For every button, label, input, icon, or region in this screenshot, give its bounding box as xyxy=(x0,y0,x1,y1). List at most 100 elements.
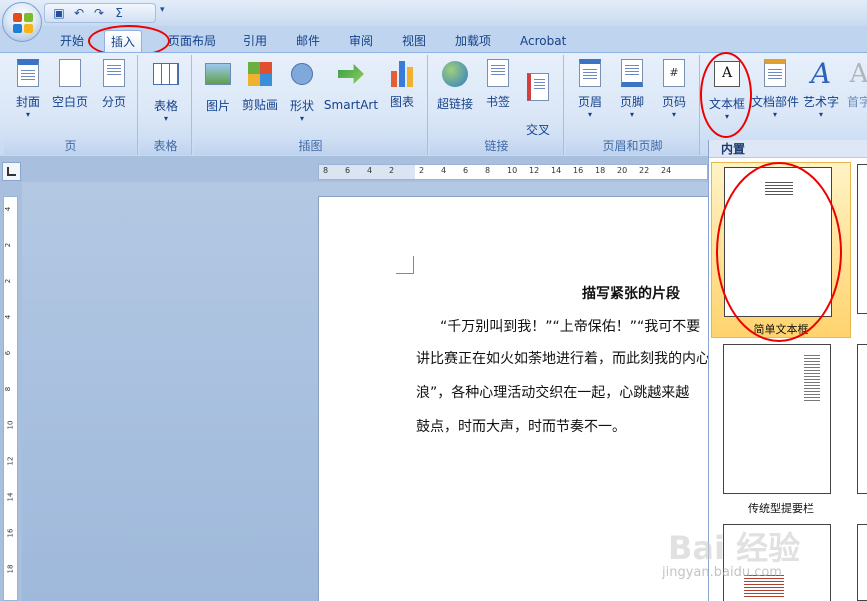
ruler-tab-selector[interactable] xyxy=(2,162,21,181)
page-number-button[interactable]: # 页码 ▾ xyxy=(656,59,692,120)
bookmark-button[interactable]: 书签 xyxy=(480,59,516,110)
margin-corner-mark xyxy=(396,256,414,274)
hyperlink-button[interactable]: 超链接 xyxy=(432,59,478,112)
gallery-item-sidebar[interactable]: 传统型提要栏 xyxy=(711,340,851,516)
ruler-tick-label: 18 xyxy=(6,564,15,574)
table-button[interactable]: 表格 ▾ xyxy=(148,59,184,124)
ruler-tick-label: 24 xyxy=(661,166,672,175)
header-button[interactable]: 页眉 ▾ xyxy=(572,59,608,120)
ruler-tick-label: 10 xyxy=(6,420,15,430)
office-logo-icon xyxy=(13,13,33,33)
ruler-tick-label: 2 xyxy=(4,278,13,284)
drop-cap-button[interactable]: A 首字 xyxy=(844,59,867,110)
chart-icon xyxy=(387,59,417,89)
sum-icon[interactable]: Σ xyxy=(111,5,127,21)
ruler-tick-label: 4 xyxy=(441,166,447,175)
ruler-tick-label: 16 xyxy=(6,528,15,538)
quick-parts-button[interactable]: 文档部件 ▾ xyxy=(750,59,800,120)
ruler-tick-label: 12 xyxy=(529,166,540,175)
page-number-icon: # xyxy=(659,59,689,89)
shapes-icon xyxy=(287,63,317,93)
tab-view[interactable]: 视图 xyxy=(396,30,432,52)
save-icon[interactable]: ▣ xyxy=(51,5,67,21)
cover-page-icon xyxy=(13,59,43,89)
smartart-button[interactable]: SmartArt xyxy=(322,59,380,112)
tab-page-layout[interactable]: 页面布局 xyxy=(162,30,222,52)
annotation-circle-simple-text-box xyxy=(716,162,842,342)
redo-icon[interactable]: ↷ xyxy=(91,5,107,21)
ruler-tick-label: 4 xyxy=(4,314,13,320)
quick-access-toolbar: ▣ ↶ ↷ Σ xyxy=(44,3,156,23)
office-button[interactable] xyxy=(2,2,42,42)
footer-icon xyxy=(617,59,647,89)
tab-acrobat[interactable]: Acrobat xyxy=(514,30,572,52)
group-label-tables: 表格 xyxy=(140,138,191,155)
ruler-tick-label: 8 xyxy=(485,166,491,175)
ruler-tick-label: 2 xyxy=(419,166,425,175)
group-label-header-footer: 页眉和页脚 xyxy=(566,138,699,155)
page-break-button[interactable]: 分页 xyxy=(96,59,132,110)
watermark-url: jingyan.baidu.com xyxy=(662,565,782,580)
ruler-tick-label: 10 xyxy=(507,166,518,175)
group-pages: 封面 ▾ 空白页 分页 页 xyxy=(4,55,138,155)
group-illustrations: 图片 剪贴画 形状 ▾ SmartArt 图表 插图 xyxy=(194,55,428,155)
ruler-tick-label: 12 xyxy=(6,456,15,466)
ruler-tick-label: 4 xyxy=(367,166,373,175)
quick-parts-icon xyxy=(760,59,790,89)
ruler-tick-label: 16 xyxy=(573,166,584,175)
picture-icon xyxy=(203,63,233,93)
blank-page-icon xyxy=(55,59,85,89)
qat-dropdown-icon[interactable]: ▾ xyxy=(160,5,165,15)
watermark: Bai 经验 xyxy=(668,529,801,567)
group-label-pages: 页 xyxy=(4,138,137,155)
clip-art-button[interactable]: 剪贴画 xyxy=(240,59,280,113)
undo-icon[interactable]: ↶ xyxy=(71,5,87,21)
gallery-next-thumbnail[interactable] xyxy=(857,524,867,601)
chart-button[interactable]: 图表 xyxy=(384,59,420,110)
group-label-links: 链接 xyxy=(430,138,563,155)
ruler-tick-label: 14 xyxy=(551,166,562,175)
blank-page-button[interactable]: 空白页 xyxy=(48,59,92,110)
ruler-tick-label: 6 xyxy=(4,350,13,356)
shapes-button[interactable]: 形状 ▾ xyxy=(284,59,320,124)
picture-button[interactable]: 图片 xyxy=(200,59,236,114)
ruler-tick-label: 20 xyxy=(617,166,628,175)
ruler-tick-label: 2 xyxy=(389,166,395,175)
smartart-icon xyxy=(336,64,366,94)
tab-home[interactable]: 开始 xyxy=(54,30,90,52)
ruler-tick-label: 2 xyxy=(4,242,13,248)
tab-addins[interactable]: 加载项 xyxy=(449,30,497,52)
tab-review[interactable]: 审阅 xyxy=(343,30,379,52)
group-tables: 表格 ▾ 表格 xyxy=(140,55,192,155)
ruler-tick-label: 6 xyxy=(345,166,351,175)
ruler-tick-label: 22 xyxy=(639,166,650,175)
footer-button[interactable]: 页脚 ▾ xyxy=(614,59,650,120)
cover-page-button[interactable]: 封面 ▾ xyxy=(10,59,46,120)
header-icon xyxy=(575,59,605,89)
clip-art-icon xyxy=(245,62,275,92)
gallery-next-thumbnail[interactable] xyxy=(857,344,867,494)
gallery-item-label: 传统型提要栏 xyxy=(748,502,814,515)
group-header-footer: 页眉 ▾ 页脚 ▾ # 页码 ▾ 页眉和页脚 xyxy=(566,55,700,155)
gallery-section-header: 内置 xyxy=(709,140,867,158)
annotation-circle-text-box xyxy=(700,52,752,138)
document-title: 描写紧张的片段 xyxy=(582,286,680,302)
tab-mailings[interactable]: 邮件 xyxy=(290,30,326,52)
horizontal-ruler[interactable]: 8 6 4 2 2 4 6 8 10 12 14 16 18 20 22 24 xyxy=(318,164,708,180)
cross-reference-icon xyxy=(523,73,553,103)
ruler-tick-label: 8 xyxy=(4,386,13,392)
ruler-tick-label: 6 xyxy=(463,166,469,175)
sidebar-thumbnail xyxy=(723,344,831,494)
table-icon xyxy=(151,63,181,93)
document-line: 鼓点，时而大声，时而节奏不一。 xyxy=(416,419,626,435)
hyperlink-icon xyxy=(440,61,470,91)
page-break-icon xyxy=(99,59,129,89)
group-links: 超链接 书签 交叉 引用 链接 xyxy=(430,55,564,155)
wordart-button[interactable]: A 艺术字 ▾ xyxy=(800,59,842,120)
gallery-next-thumbnail[interactable] xyxy=(857,164,867,314)
vertical-ruler[interactable]: 4 2 2 4 6 8 10 12 14 16 18 xyxy=(3,196,18,601)
document-line: 讲比赛正在如火如荼地进行着，而此刻我的内心 xyxy=(416,351,708,367)
bookmark-icon xyxy=(483,59,513,89)
tab-references[interactable]: 引用 xyxy=(237,30,273,52)
ruler-tick-label: 4 xyxy=(4,206,13,212)
